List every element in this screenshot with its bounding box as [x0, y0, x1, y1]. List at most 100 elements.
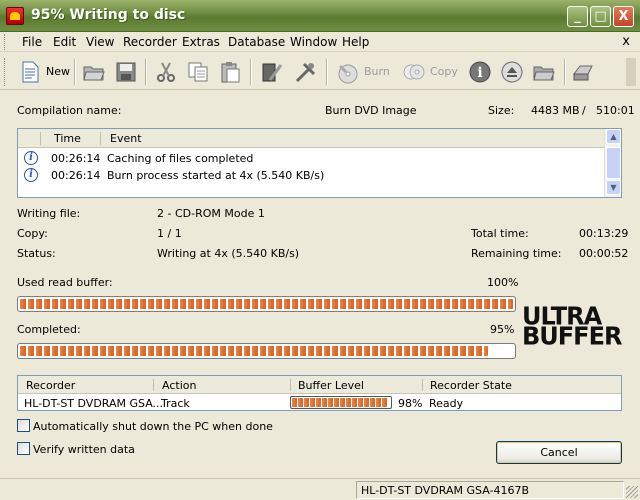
toolbar-overflow-chevron-icon[interactable]	[626, 58, 636, 86]
eject-icon	[501, 61, 523, 83]
scroll-up-arrow-icon[interactable]: ▲	[606, 129, 621, 144]
paste-button[interactable]	[216, 58, 244, 86]
toolbar: New Burn Copy i	[0, 54, 640, 90]
compilation-name-label: Compilation name:	[17, 104, 122, 117]
save-disk-icon	[116, 62, 136, 82]
completed-percent: 95%	[490, 323, 515, 336]
toolbar-separator	[74, 59, 76, 85]
read-buffer-progress-fill	[20, 299, 513, 309]
event-log-list[interactable]: Time Event i 00:26:14 Caching of files c…	[17, 128, 622, 198]
save-button[interactable]	[112, 58, 140, 86]
copy-value: 1 / 1	[157, 227, 182, 240]
toolbar-grip[interactable]	[4, 58, 7, 86]
maximize-button[interactable]: □	[590, 6, 611, 27]
verify-label[interactable]: Verify written data	[33, 443, 135, 456]
recorder-buffer-fill	[292, 398, 389, 407]
burn-button[interactable]: Burn	[334, 58, 396, 86]
copy-disc-label: Copy	[430, 65, 458, 78]
eject-button[interactable]	[498, 58, 526, 86]
menu-extras[interactable]: Extras	[182, 35, 220, 49]
status-bar-drive: HL-DT-ST DVDRAM GSA-4167B	[356, 481, 624, 499]
mdi-close-icon[interactable]: x	[622, 34, 630, 49]
col-recorder[interactable]: Recorder	[26, 379, 75, 392]
verify-checkbox[interactable]	[17, 442, 30, 455]
toolbar-separator	[326, 59, 328, 85]
size-value: 4483 MB	[531, 104, 580, 117]
menu-edit[interactable]: Edit	[53, 35, 76, 49]
col-action[interactable]: Action	[162, 379, 196, 392]
copy-label: Copy:	[17, 227, 48, 240]
svg-text:i: i	[477, 65, 482, 81]
open-button[interactable]	[80, 58, 108, 86]
read-buffer-label: Used read buffer:	[17, 276, 113, 289]
window-title: 95% Writing to disc	[31, 7, 186, 23]
resize-grip-icon[interactable]	[626, 486, 638, 498]
info-icon: i	[24, 168, 38, 182]
read-buffer-progress-bar	[17, 296, 516, 312]
col-buffer-level[interactable]: Buffer Level	[298, 379, 364, 392]
log-row[interactable]: i 00:26:14 Burn process started at 4x (5…	[18, 167, 606, 183]
remaining-time-value: 00:00:52	[579, 247, 629, 260]
drive-button[interactable]	[570, 58, 598, 86]
completed-progress-fill	[20, 346, 489, 356]
shutdown-checkbox[interactable]	[17, 419, 30, 432]
copy-disc-button[interactable]: Copy	[400, 58, 462, 86]
cancel-button[interactable]: Cancel	[496, 441, 622, 464]
recorder-name-cell[interactable]: HL-DT-ST DVDRAM GSA...	[24, 397, 163, 410]
burn-disc-icon	[338, 64, 358, 84]
close-button[interactable]: X	[613, 6, 634, 27]
recorder-buffer-bar	[290, 396, 392, 409]
recorder-table[interactable]: Recorder Action Buffer Level Recorder St…	[17, 375, 622, 411]
disc-info-button[interactable]	[258, 58, 286, 86]
folder-icon	[533, 66, 555, 81]
col-recorder-state[interactable]: Recorder State	[430, 379, 512, 392]
menu-help[interactable]: Help	[342, 35, 369, 49]
minimize-button[interactable]: _	[567, 6, 588, 27]
new-document-icon	[22, 61, 39, 83]
browse-button[interactable]	[530, 58, 558, 86]
completed-label: Completed:	[17, 323, 81, 336]
status-bar: HL-DT-ST DVDRAM GSA-4167B	[0, 478, 640, 500]
menu-database[interactable]: Database	[228, 35, 285, 49]
log-row[interactable]: i 00:26:14 Caching of files completed	[18, 150, 606, 166]
completed-progress-bar	[17, 343, 516, 359]
copy-clipboard-button[interactable]	[184, 58, 212, 86]
logo-line-2: BUFFER	[522, 321, 622, 351]
total-time-value: 00:13:29	[579, 227, 629, 240]
status-label: Status:	[17, 247, 56, 260]
open-folder-icon	[83, 66, 105, 81]
scissors-icon	[157, 62, 175, 82]
nero-app-icon[interactable]	[6, 7, 24, 25]
total-time-label: Total time:	[471, 227, 529, 240]
drive-icon	[573, 65, 593, 81]
toolbar-separator	[250, 59, 252, 85]
new-button[interactable]: New	[16, 58, 72, 86]
scroll-down-arrow-icon[interactable]: ▼	[606, 180, 621, 195]
wizard-button[interactable]	[292, 58, 320, 86]
log-scrollbar[interactable]: ▲ ▼	[604, 129, 621, 197]
burn-button-label: Burn	[364, 65, 390, 78]
recorder-state-cell: Ready	[429, 397, 464, 410]
cut-button[interactable]	[152, 58, 180, 86]
shutdown-label[interactable]: Automatically shut down the PC when done	[33, 420, 273, 433]
copy-pages-icon	[188, 62, 208, 82]
log-time: 00:26:14	[51, 169, 101, 182]
log-column-time[interactable]: Time	[54, 132, 81, 145]
menu-grip[interactable]	[4, 34, 7, 50]
info-button[interactable]: i	[466, 58, 494, 86]
log-column-event[interactable]: Event	[110, 132, 142, 145]
menu-recorder[interactable]: Recorder	[123, 35, 177, 49]
menu-bar: File Edit View Recorder Extras Database …	[0, 32, 640, 52]
log-header: Time Event	[18, 129, 606, 148]
info-icon: i	[469, 61, 491, 83]
toolbar-separator	[145, 59, 147, 85]
menu-view[interactable]: View	[86, 35, 114, 49]
menu-file[interactable]: File	[22, 35, 42, 49]
menu-window[interactable]: Window	[290, 35, 337, 49]
recorder-buffer-percent: 98%	[398, 397, 423, 410]
scroll-thumb[interactable]	[606, 147, 621, 179]
title-bar[interactable]: 95% Writing to disc _ □ X	[0, 0, 640, 32]
log-time: 00:26:14	[51, 152, 101, 165]
ultra-buffer-logo: ULTRA BUFFER	[522, 303, 622, 351]
size-label: Size:	[488, 104, 515, 117]
